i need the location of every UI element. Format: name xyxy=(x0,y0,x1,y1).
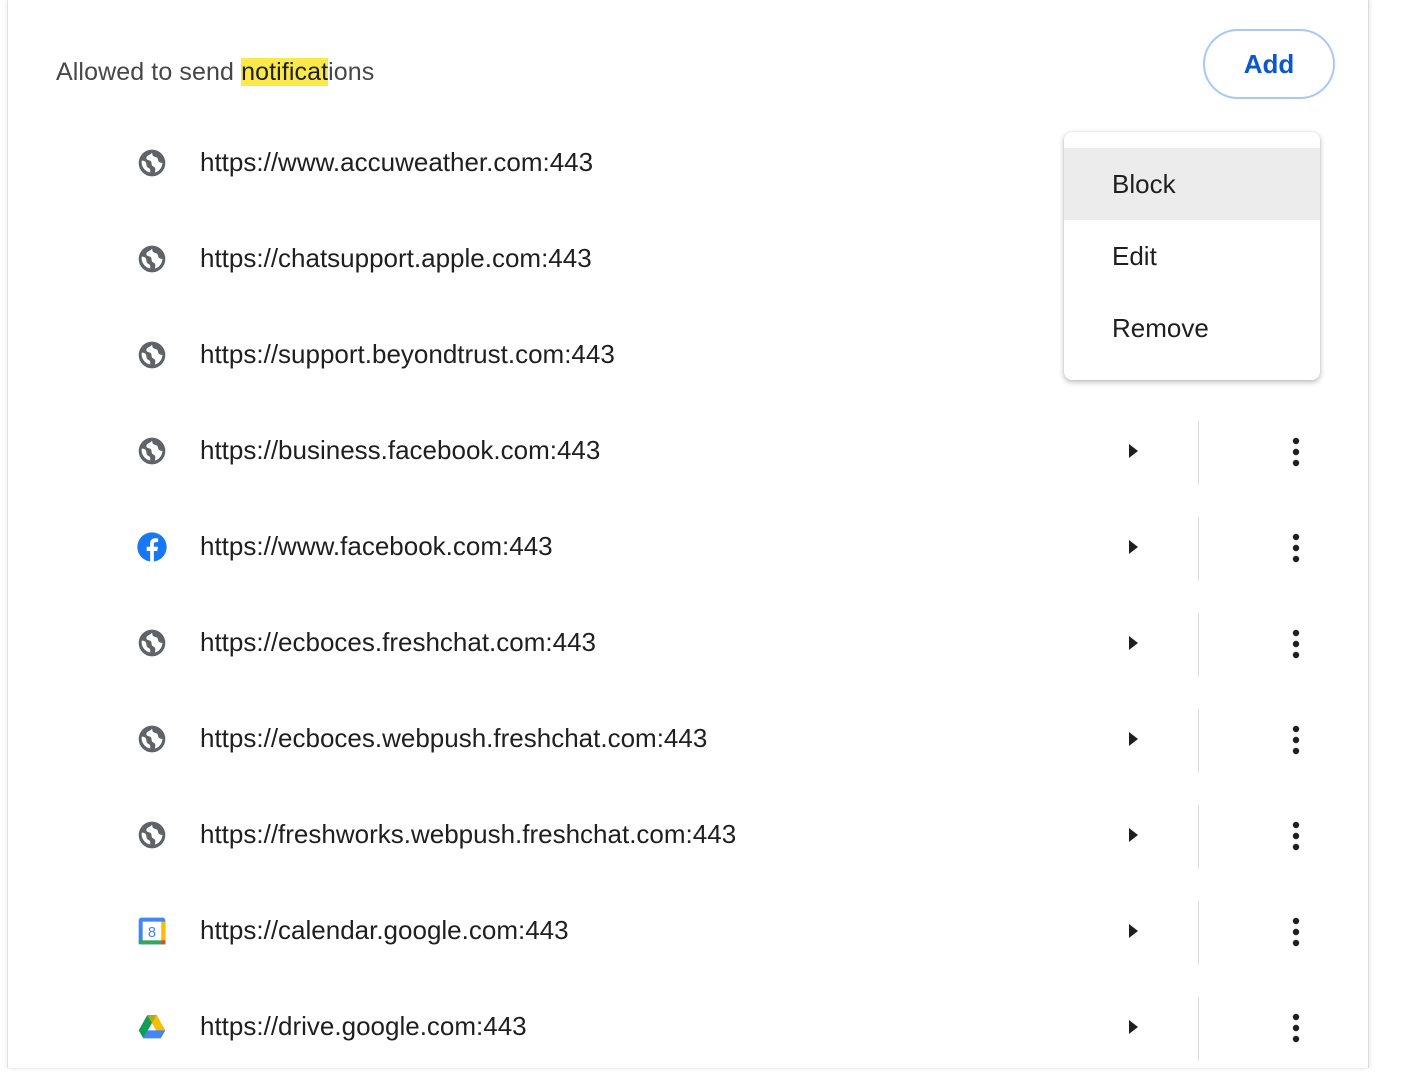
globe-icon xyxy=(136,147,168,179)
menu-item-edit[interactable]: Edit xyxy=(1064,220,1320,292)
site-row[interactable]: https://drive.google.com:443 xyxy=(8,981,1368,1077)
site-url: https://support.beyondtrust.com:443 xyxy=(200,339,615,369)
search-highlight: notificat xyxy=(241,58,329,86)
row-separator xyxy=(1198,805,1199,869)
site-url: https://drive.google.com:443 xyxy=(200,1011,527,1041)
caret-right-icon xyxy=(1129,828,1138,842)
more-actions-button[interactable] xyxy=(1276,717,1316,763)
caret-right-icon xyxy=(1129,924,1138,938)
caret-right-icon xyxy=(1129,732,1138,746)
row-separator xyxy=(1198,421,1199,485)
row-separator xyxy=(1198,517,1199,581)
more-vert-icon xyxy=(1292,533,1300,563)
site-row[interactable]: 8 https://calendar.google.com:443 xyxy=(8,885,1368,981)
globe-icon xyxy=(136,627,168,659)
open-site-details-button[interactable] xyxy=(1114,815,1154,855)
more-actions-button[interactable] xyxy=(1276,621,1316,667)
row-separator xyxy=(1198,709,1199,773)
site-url: https://chatsupport.apple.com:443 xyxy=(200,243,592,273)
facebook-icon xyxy=(136,531,168,563)
more-vert-icon xyxy=(1292,437,1300,467)
site-row[interactable]: https://ecboces.webpush.freshchat.com:44… xyxy=(8,693,1368,789)
globe-icon xyxy=(136,435,168,467)
row-separator xyxy=(1198,997,1199,1061)
more-actions-button[interactable] xyxy=(1276,909,1316,955)
svg-text:8: 8 xyxy=(148,925,156,941)
site-url: https://calendar.google.com:443 xyxy=(200,915,569,945)
more-vert-icon xyxy=(1292,821,1300,851)
google-calendar-icon: 8 xyxy=(136,915,168,947)
menu-item-remove[interactable]: Remove xyxy=(1064,292,1320,364)
more-actions-button[interactable] xyxy=(1276,813,1316,859)
more-vert-icon xyxy=(1292,629,1300,659)
google-drive-icon xyxy=(136,1011,168,1043)
site-action-menu: Block Edit Remove xyxy=(1064,132,1320,380)
more-vert-icon xyxy=(1292,917,1300,947)
site-url: https://www.facebook.com:443 xyxy=(200,531,553,561)
open-site-details-button[interactable] xyxy=(1114,1007,1154,1047)
open-site-details-button[interactable] xyxy=(1114,431,1154,471)
site-url: https://business.facebook.com:443 xyxy=(200,435,601,465)
allowed-notifications-heading: Allowed to send notifications xyxy=(56,58,374,87)
row-separator xyxy=(1198,901,1199,965)
site-url: https://freshworks.webpush.freshchat.com… xyxy=(200,819,737,849)
more-actions-button[interactable] xyxy=(1276,429,1316,475)
site-row[interactable]: https://www.facebook.com:443 xyxy=(8,501,1368,597)
site-row[interactable]: https://business.facebook.com:443 xyxy=(8,405,1368,501)
heading-text-after: ions xyxy=(328,58,375,86)
caret-right-icon xyxy=(1129,444,1138,458)
site-url: https://ecboces.webpush.freshchat.com:44… xyxy=(200,723,708,753)
globe-icon xyxy=(136,819,168,851)
open-site-details-button[interactable] xyxy=(1114,911,1154,951)
caret-right-icon xyxy=(1129,1020,1138,1034)
open-site-details-button[interactable] xyxy=(1114,527,1154,567)
globe-icon xyxy=(136,243,168,275)
more-actions-button[interactable] xyxy=(1276,1005,1316,1051)
open-site-details-button[interactable] xyxy=(1114,719,1154,759)
site-row[interactable]: https://ecboces.freshchat.com:443 xyxy=(8,597,1368,693)
add-site-button[interactable]: Add xyxy=(1203,29,1335,99)
menu-item-block[interactable]: Block xyxy=(1064,148,1320,220)
more-vert-icon xyxy=(1292,1013,1300,1043)
open-site-details-button[interactable] xyxy=(1114,623,1154,663)
globe-icon xyxy=(136,339,168,371)
more-actions-button[interactable] xyxy=(1276,525,1316,571)
globe-icon xyxy=(136,723,168,755)
caret-right-icon xyxy=(1129,636,1138,650)
row-separator xyxy=(1198,613,1199,677)
site-url: https://www.accuweather.com:443 xyxy=(200,147,594,177)
more-vert-icon xyxy=(1292,725,1300,755)
caret-right-icon xyxy=(1129,540,1138,554)
site-row[interactable]: https://freshworks.webpush.freshchat.com… xyxy=(8,789,1368,885)
site-url: https://ecboces.freshchat.com:443 xyxy=(200,627,596,657)
heading-text-before: Allowed to send xyxy=(56,58,242,86)
